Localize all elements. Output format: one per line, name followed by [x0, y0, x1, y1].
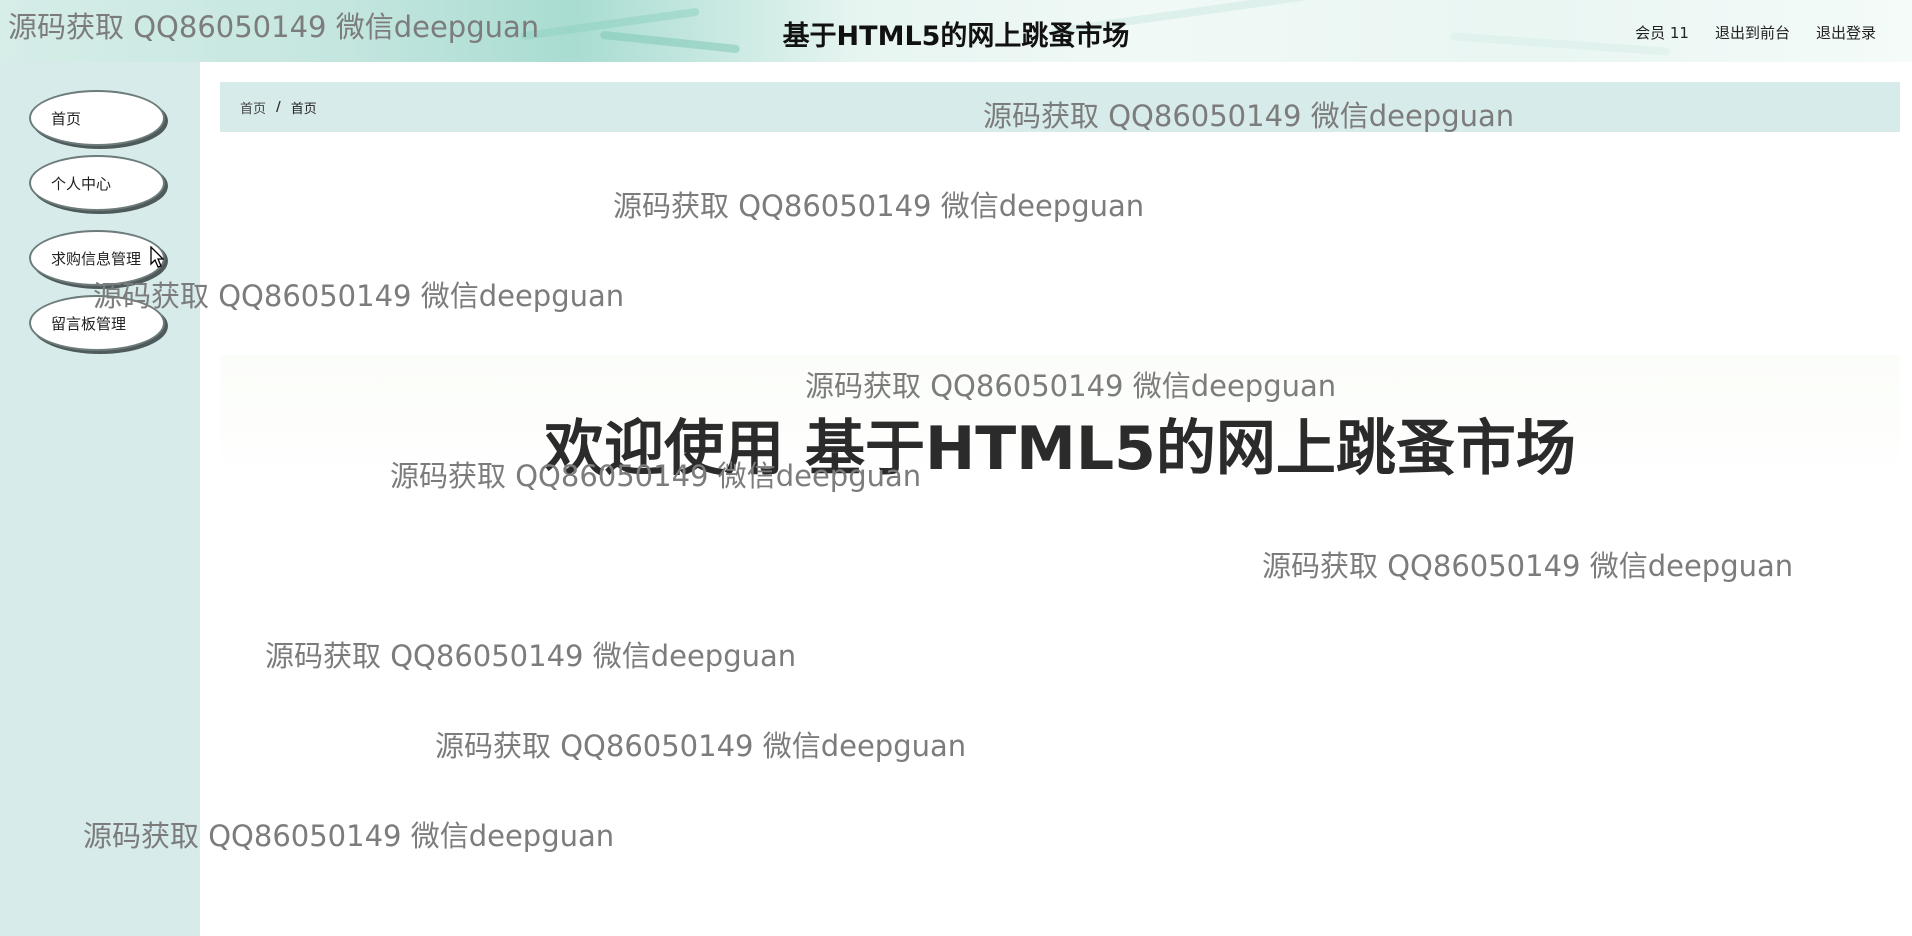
watermark-text: 源码获取 QQ86050149 微信deepguan [613, 189, 1145, 223]
watermark-text: 源码获取 QQ86050149 微信deepguan [265, 639, 797, 673]
sidebar-item-label: 留言板管理 [51, 314, 127, 333]
back-to-frontend-link[interactable]: 退出到前台 [1715, 22, 1790, 43]
welcome-heading: 欢迎使用 基于HTML5的网上跳蚤市场 [544, 414, 1576, 484]
breadcrumb-separator: / [276, 99, 281, 115]
watermark-text: 源码获取 QQ86050149 微信deepguan [435, 729, 967, 763]
top-header: 基于HTML5的网上跳蚤市场 会员 11 退出到前台 退出登录 [0, 0, 1912, 62]
sidebar-item-label: 首页 [51, 109, 82, 128]
sidebar-item-purchase-info[interactable]: 求购信息管理 [29, 230, 165, 286]
app-title: 基于HTML5的网上跳蚤市场 [782, 21, 1130, 52]
user-account-link[interactable]: 会员 11 [1635, 22, 1689, 43]
header-links: 会员 11 退出到前台 退出登录 [1635, 22, 1876, 43]
logout-link[interactable]: 退出登录 [1816, 22, 1876, 43]
sidebar-item-home[interactable]: 首页 [29, 90, 165, 146]
breadcrumb: 首页 / 首页 [220, 82, 1900, 132]
sidebar-item-personal-center[interactable]: 个人中心 [29, 155, 165, 211]
sidebar-item-label: 求购信息管理 [51, 249, 142, 268]
mouse-cursor-icon [150, 246, 165, 268]
page: 基于HTML5的网上跳蚤市场 会员 11 退出到前台 退出登录 首页 个人中心 … [0, 0, 1912, 936]
sidebar-item-label: 个人中心 [51, 174, 112, 193]
breadcrumb-home[interactable]: 首页 [240, 98, 266, 117]
sidebar-item-message-board[interactable]: 留言板管理 [29, 295, 165, 351]
watermark-text: 源码获取 QQ86050149 微信deepguan [1262, 549, 1794, 583]
sidebar: 首页 个人中心 求购信息管理 留言板管理 [0, 62, 200, 936]
breadcrumb-current: 首页 [290, 101, 317, 117]
